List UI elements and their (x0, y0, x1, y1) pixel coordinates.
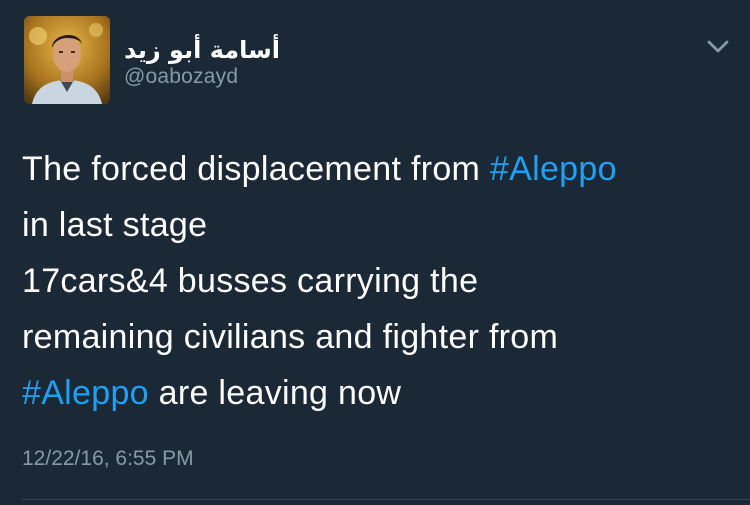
tweet-text-segment: are leaving now (148, 374, 402, 412)
author-handle[interactable]: @oabozayd (124, 64, 238, 90)
author-name[interactable]: أسامة أبو زيد (124, 36, 280, 64)
tweet-text-segment: 17cars&4 busses carrying the (22, 262, 479, 300)
tweet-text-segment: in last stage (22, 206, 208, 244)
chevron-down-icon[interactable] (704, 36, 732, 56)
tweet-line: The forced displacement from #Aleppo (22, 141, 742, 197)
tweet-line: remaining civilians and fighter from (22, 309, 742, 365)
tweet-line: in last stage (22, 197, 742, 253)
hashtag-link[interactable]: #Aleppo (22, 374, 149, 412)
divider (22, 499, 750, 500)
tweet-text-segment: remaining civilians and fighter from (22, 318, 559, 356)
avatar[interactable] (24, 16, 110, 104)
tweet-text-segment: The forced displacement from (22, 150, 490, 188)
tweet-card: أسامة أبو زيد @oabozayd The forced displ… (0, 0, 750, 505)
tweet-text: The forced displacement from #Aleppo in … (22, 141, 742, 421)
hashtag-link[interactable]: #Aleppo (490, 150, 617, 188)
tweet-line: #Aleppo are leaving now (22, 365, 742, 421)
tweet-timestamp[interactable]: 12/22/16, 6:55 PM (22, 446, 194, 472)
tweet-line: 17cars&4 busses carrying the (22, 253, 742, 309)
